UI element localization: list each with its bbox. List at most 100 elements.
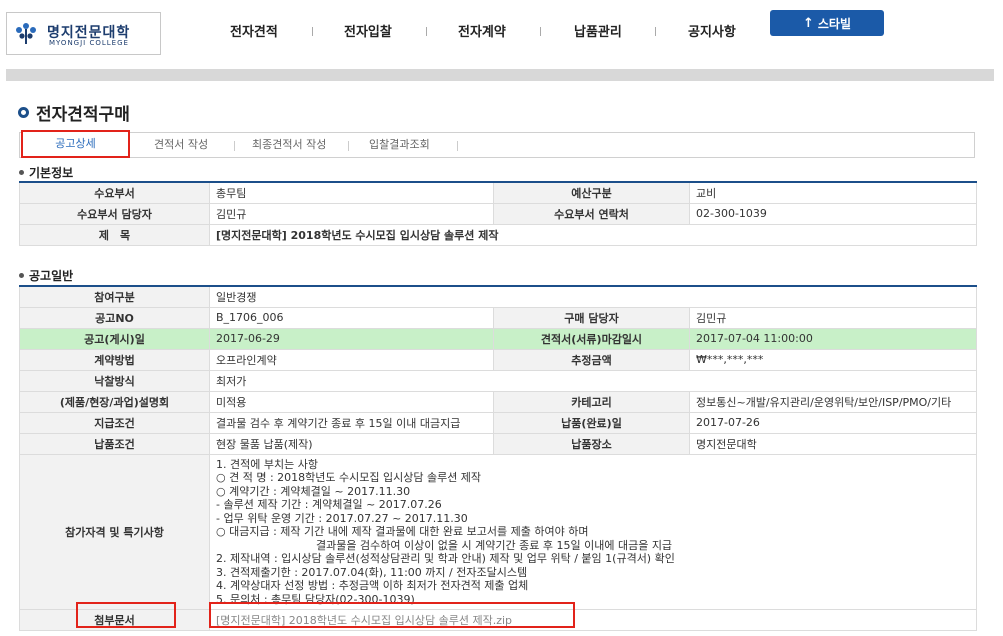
delivery-date-value: 2017-07-26 [689, 411, 977, 434]
logo-tree-icon [16, 23, 36, 44]
attachment-label-highlight [76, 602, 176, 628]
contract-method-label: 계약방법 [19, 348, 210, 371]
starbill-button[interactable]: ↑ 스타빌 [770, 10, 884, 36]
contact-label: 수요부서 연락처 [493, 202, 690, 225]
arrow-up-icon: ↑ [802, 15, 814, 31]
tab-final-quote-write[interactable]: 최종견적서 작성 [252, 133, 326, 157]
tab-notice-detail[interactable]: 공고상세 [21, 130, 130, 158]
deadline-value: 2017-07-04 11:00:00 [689, 327, 977, 350]
delivery-condition-value: 현장 물품 납품(제작) [209, 432, 494, 455]
nav-separator [655, 27, 656, 36]
bullet-icon [19, 170, 24, 175]
note-line: 2. 제작내역 : 입시상담 솔루션(성적상담관리 및 학과 안내) 제작 및 … [216, 552, 675, 565]
subject-label: 제 목 [19, 223, 210, 246]
manager-label: 수요부서 담당자 [19, 202, 210, 225]
briefing-value: 미적용 [209, 390, 494, 413]
note-line: 1. 견적에 부치는 사항 [216, 457, 318, 471]
note-line: 4. 계약상대자 선정 방법 : 추정금액 이하 최저가 전자견적 제출 업체 [216, 579, 529, 592]
dept-value: 총무팀 [209, 181, 494, 204]
table-row: 낙찰방식 최저가 [19, 369, 977, 392]
award-method-label: 낙찰방식 [19, 369, 210, 392]
notice-general-table: 참여구분 일반경쟁 공고NO B_1706_006 구매 담당자 김민규 공고(… [19, 285, 977, 631]
nav-notice[interactable]: 공지사항 [688, 21, 736, 40]
notice-no-label: 공고NO [19, 306, 210, 329]
category-label: 카테고리 [493, 390, 690, 413]
tab-quote-write[interactable]: 견적서 작성 [154, 133, 208, 157]
page-title: 전자견적구매 [18, 100, 130, 125]
note-line: ○ 견 적 명 : 2018학년도 수시모집 입시상담 솔루션 제작 [216, 471, 482, 484]
participation-label: 참여구분 [19, 285, 210, 308]
tab-bar: 공고상세 견적서 작성 최종견적서 작성 입찰결과조회 [19, 130, 975, 158]
note-line: - 솔루션 제작 기간 : 계약체결일 ~ 2017.07.26 [216, 498, 442, 511]
table-row: 수요부서 담당자 김민규 수요부서 연락처 02-300-1039 [19, 202, 977, 225]
note-line: - 업무 위탁 운영 기간 : 2017.07.27 ~ 2017.11.30 [216, 511, 468, 525]
note-line: ○ 계약기간 : 계약체결일 ~ 2017.11.30 [216, 484, 411, 498]
title-ring-icon [18, 107, 29, 118]
logo-english-text: MYONGJI COLLEGE [49, 39, 129, 47]
post-date-label: 공고(게시)일 [19, 327, 210, 350]
page-title-text: 전자견적구매 [36, 105, 130, 125]
nav-separator [312, 27, 313, 36]
post-date-value: 2017-06-29 [209, 327, 494, 350]
top-header: 명지전문대학 MYONGJI COLLEGE 전자견적 전자입찰 전자계약 납품… [0, 0, 1003, 68]
estimate-label: 추정금액 [493, 348, 690, 371]
basic-info-table: 수요부서 총무팀 예산구분 교비 수요부서 담당자 김민규 수요부서 연락처 0… [19, 181, 977, 246]
table-row: 수요부서 총무팀 예산구분 교비 [19, 181, 977, 204]
award-method-value: 최저가 [209, 369, 977, 392]
nav-e-contract[interactable]: 전자계약 [458, 21, 506, 40]
table-row: 계약방법 오프라인계약 추정금액 ₩***,***,*** [19, 348, 977, 371]
delivery-place-value: 명지전문대학 [689, 432, 977, 455]
table-row-highlighted: 공고(게시)일 2017-06-29 견적서(서류)마감일시 2017-07-0… [19, 327, 977, 350]
tab-separator [457, 141, 458, 151]
table-row: 참가자격 및 특기사항 1. 견적에 부치는 사항 ○ 견 적 명 : 2018… [19, 453, 977, 610]
nav-e-bidding[interactable]: 전자입찰 [344, 21, 392, 40]
tab-separator [348, 141, 349, 151]
college-logo[interactable]: 명지전문대학 MYONGJI COLLEGE [6, 12, 161, 55]
nav-delivery[interactable]: 납품관리 [574, 21, 622, 40]
nav-separator [426, 27, 427, 36]
participation-value: 일반경쟁 [209, 285, 977, 308]
section-basic-info-title: 기본정보 [29, 166, 74, 180]
delivery-date-label: 납품(완료)일 [493, 411, 690, 434]
buyer-value: 김민규 [689, 306, 977, 329]
subject-value: [명지전문대학] 2018학년도 수시모집 입시상담 솔루션 제작 [209, 223, 977, 246]
manager-value: 김민규 [209, 202, 494, 225]
delivery-condition-label: 납품조건 [19, 432, 210, 455]
section-notice-general: 공고일반 [19, 267, 73, 284]
payment-label: 지급조건 [19, 411, 210, 434]
nav-separator [540, 27, 541, 36]
starbill-label: 스타빌 [817, 16, 852, 31]
budget-label: 예산구분 [493, 181, 690, 204]
table-row: 지급조건 결과물 검수 후 계약기간 종료 후 15일 이내 대금지급 납품(완… [19, 411, 977, 434]
qualification-label: 참가자격 및 특기사항 [19, 453, 210, 610]
table-row: 참여구분 일반경쟁 [19, 285, 977, 308]
briefing-label: (제품/현장/과업)설명회 [19, 390, 210, 413]
note-line: 결과물을 검수하여 이상이 없을 시 계약기간 종료 후 15일 이내에 대금을… [316, 538, 673, 552]
attachment-file-highlight [209, 602, 575, 628]
tab-separator [234, 141, 235, 151]
delivery-place-label: 납품장소 [493, 432, 690, 455]
budget-value: 교비 [689, 181, 977, 204]
table-row: (제품/현장/과업)설명회 미적용 카테고리 정보통신~개발/유지관리/운영위탁… [19, 390, 977, 413]
notice-no-value: B_1706_006 [209, 306, 494, 329]
section-basic-info: 기본정보 [19, 164, 73, 181]
nav-e-quotation[interactable]: 전자견적 [230, 21, 278, 40]
qualification-notes: 1. 견적에 부치는 사항 ○ 견 적 명 : 2018학년도 수시모집 입시상… [209, 453, 977, 610]
note-line: ○ 대금지급 : 제작 기간 내에 제작 결과물에 대한 완료 보고서를 제출 … [216, 525, 589, 538]
table-row: 납품조건 현장 물품 납품(제작) 납품장소 명지전문대학 [19, 432, 977, 455]
bullet-icon [19, 273, 24, 278]
deadline-label: 견적서(서류)마감일시 [493, 327, 690, 350]
category-value: 정보통신~개발/유지관리/운영위탁/보안/ISP/PMO/기타 [689, 390, 977, 413]
dept-label: 수요부서 [19, 181, 210, 204]
table-row: 공고NO B_1706_006 구매 담당자 김민규 [19, 306, 977, 329]
payment-value: 결과물 검수 후 계약기간 종료 후 15일 이내 대금지급 [209, 411, 494, 434]
table-row: 제 목 [명지전문대학] 2018학년도 수시모집 입시상담 솔루션 제작 [19, 223, 977, 246]
note-line: 3. 견적제출기한 : 2017.07.04(화), 11:00 까지 / 전자… [216, 565, 528, 579]
tab-bid-result[interactable]: 입찰결과조회 [369, 133, 430, 157]
header-divider-band [6, 69, 994, 81]
estimate-value: ₩***,***,*** [689, 348, 977, 371]
contract-method-value: 오프라인계약 [209, 348, 494, 371]
contact-value: 02-300-1039 [689, 202, 977, 225]
buyer-label: 구매 담당자 [493, 306, 690, 329]
section-notice-general-title: 공고일반 [29, 269, 74, 283]
